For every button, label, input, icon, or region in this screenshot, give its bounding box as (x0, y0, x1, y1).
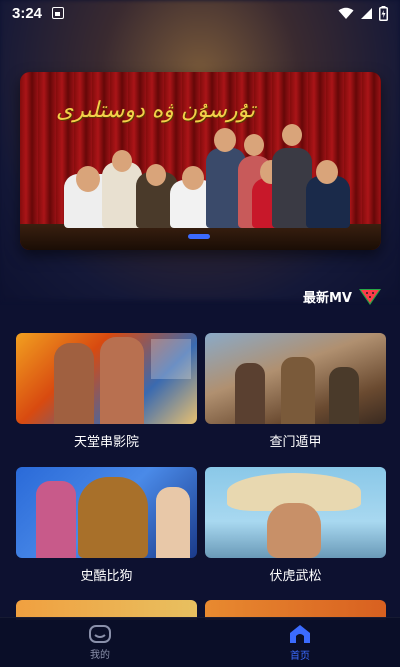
poster-figure (36, 481, 76, 558)
status-bar: 3:24 (0, 0, 400, 26)
cast-head (182, 166, 204, 190)
home-icon (290, 624, 310, 643)
profile-icon (89, 624, 111, 643)
nav-label-mine: 我的 (90, 649, 110, 661)
movie-title: 史酷比狗 (80, 569, 133, 584)
movie-thumbnail[interactable] (16, 333, 197, 424)
nav-item-home[interactable]: 首页 (200, 618, 400, 667)
nav-label-home: 首页 (290, 650, 310, 662)
section-label: 最新MV (303, 290, 352, 306)
movie-card[interactable]: 史酷比狗 (16, 467, 197, 584)
cast-head (316, 160, 338, 184)
carousel-indicator-active[interactable] (188, 234, 210, 239)
nav-item-mine[interactable]: 我的 (0, 618, 200, 667)
poster-face (267, 503, 321, 558)
bottom-navigation: 我的 首页 (0, 617, 400, 667)
movie-thumbnail[interactable] (205, 467, 386, 558)
movie-card[interactable]: 天堂串影院 (16, 333, 197, 450)
poster-figure (235, 363, 265, 424)
cast-head (76, 166, 100, 192)
movie-thumbnail[interactable] (205, 333, 386, 424)
signal-icon (361, 7, 372, 19)
poster-figure (100, 337, 144, 424)
notification-icon (52, 7, 65, 19)
status-time: 3:24 (12, 4, 43, 22)
poster-tagline (151, 339, 191, 379)
movie-card[interactable]: 查门遁甲 (205, 333, 386, 450)
watermelon-icon (359, 289, 381, 305)
poster-figure (54, 343, 94, 424)
movie-thumbnail[interactable] (16, 467, 197, 558)
poster-figure (156, 487, 190, 558)
battery-icon (379, 5, 388, 21)
cast-head (214, 128, 236, 152)
movie-title: 查门遁甲 (269, 435, 322, 450)
poster-figure (281, 357, 315, 424)
banner-carousel[interactable]: تۇرسۇن ۋە دوستلىرى (20, 72, 381, 250)
status-icons (338, 5, 388, 21)
cast-head (112, 150, 132, 172)
cast-head (282, 124, 302, 146)
cast-head (146, 164, 166, 186)
latest-mv-section[interactable]: 最新MV (303, 286, 382, 306)
movie-title: 天堂串影院 (73, 435, 139, 450)
poster-figure (329, 367, 359, 424)
movie-card[interactable]: 伏虎武松 (205, 467, 386, 584)
wifi-icon (338, 7, 354, 19)
movie-title: 伏虎武松 (269, 569, 322, 584)
cast-head (244, 134, 264, 156)
poster-figure (78, 477, 148, 558)
banner-title: تۇرسۇن ۋە دوستلىرى (56, 98, 255, 123)
